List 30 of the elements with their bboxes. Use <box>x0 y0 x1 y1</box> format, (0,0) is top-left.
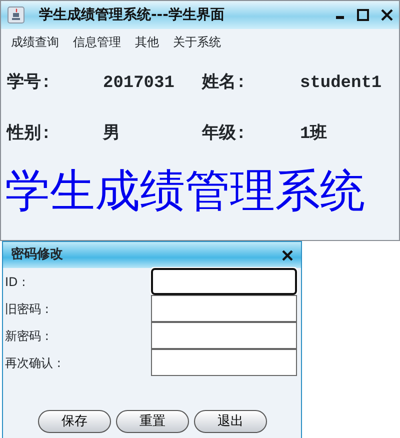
field-value: 1班 <box>300 122 328 146</box>
maximize-icon[interactable] <box>357 9 369 21</box>
menu-item[interactable]: 信息管理 <box>73 33 121 51</box>
input-field[interactable] <box>151 349 297 376</box>
dialog-button[interactable]: 保存 <box>38 410 111 433</box>
field-value: student1 <box>300 72 383 95</box>
dialog-title: 密码修改 <box>11 246 63 264</box>
close-icon[interactable] <box>282 250 293 260</box>
field-value: 2017031 <box>103 72 176 95</box>
menu-item[interactable]: 其他 <box>135 33 159 51</box>
input-field[interactable] <box>151 322 297 349</box>
dialog-button[interactable]: 退出 <box>194 410 267 433</box>
field-label: 新密码 : <box>5 328 49 344</box>
app-icon <box>7 6 25 24</box>
menu-item[interactable]: 关于系统 <box>173 33 221 51</box>
field-label: ID : <box>5 274 26 290</box>
input-field[interactable] <box>151 295 297 322</box>
field-label: 学号: <box>7 72 52 95</box>
close-icon[interactable] <box>381 9 393 21</box>
input-field[interactable] <box>151 268 297 295</box>
field-label: 年级: <box>202 123 248 146</box>
menu-item[interactable]: 成绩查询 <box>11 33 59 51</box>
field-label: 旧密码 : <box>5 300 49 318</box>
banner-title: 学生成绩管理系统 <box>4 168 365 213</box>
field-label: 性别: <box>7 122 52 146</box>
field-value: 男 <box>103 123 121 146</box>
field-label: 姓名: <box>202 72 248 95</box>
window-title: 学生成绩管理系统---学生界面 <box>39 6 224 24</box>
field-label: 再次确认 : <box>5 354 61 372</box>
dialog-button[interactable]: 重置 <box>116 410 189 433</box>
